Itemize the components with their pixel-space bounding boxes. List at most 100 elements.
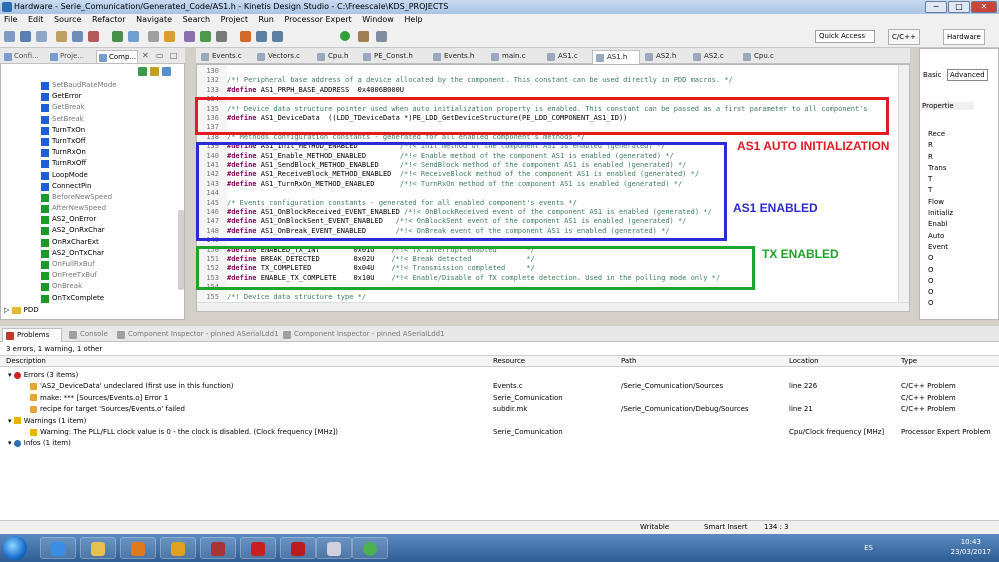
start-button[interactable] — [3, 536, 27, 560]
minimize-view-icon[interactable]: ▭ — [156, 51, 164, 60]
column-location[interactable]: Location — [789, 356, 819, 367]
property-item[interactable]: O — [928, 298, 953, 309]
menu-search[interactable]: Search — [183, 15, 210, 24]
tree-item[interactable]: OnFullRxBuf — [40, 259, 117, 270]
column-type[interactable]: Type — [901, 356, 917, 367]
property-item[interactable]: Initializ — [928, 208, 953, 219]
property-item[interactable]: R — [928, 152, 953, 163]
tree-item[interactable]: OnBreak — [40, 281, 117, 292]
maximize-view-icon[interactable]: □ — [170, 51, 178, 60]
filter-icon[interactable] — [150, 67, 159, 76]
column-resource[interactable]: Resource — [493, 356, 525, 367]
save-all-icon[interactable] — [36, 31, 47, 42]
menu-help[interactable]: Help — [404, 15, 422, 24]
problem-row[interactable]: Warning: The PLL/FLL clock value is 0 - … — [0, 427, 999, 438]
processor-expert-icon[interactable] — [88, 31, 99, 42]
property-item[interactable]: Enabl — [928, 219, 953, 230]
tab-vectors-c[interactable]: Vectors.c — [254, 50, 312, 64]
tab-as1-c[interactable]: AS1.c — [544, 50, 590, 64]
menu-navigate[interactable]: Navigate — [136, 15, 172, 24]
tab-as2-h[interactable]: AS2.h — [642, 50, 690, 64]
menu-source[interactable]: Source — [54, 15, 81, 24]
property-item[interactable]: O — [928, 253, 953, 264]
minimize-button[interactable]: − — [925, 1, 947, 13]
editor-horizontal-scrollbar[interactable] — [197, 302, 909, 311]
tree-item[interactable]: GetBreak — [40, 102, 117, 113]
problem-row[interactable]: ▾ Infos (1 item) — [0, 438, 999, 449]
column-path[interactable]: Path — [621, 356, 636, 367]
tab-advanced[interactable]: Advanced — [947, 69, 988, 81]
problem-row[interactable]: recipe for target 'Sources/Events.o' fai… — [0, 404, 999, 415]
property-item[interactable]: Event — [928, 242, 953, 253]
folder-icon[interactable] — [164, 31, 175, 42]
external-tools-icon[interactable] — [216, 31, 227, 42]
property-item[interactable]: R — [928, 140, 953, 151]
maximize-button[interactable]: □ — [948, 1, 970, 13]
forward-icon[interactable] — [272, 31, 283, 42]
menu-run[interactable]: Run — [259, 15, 274, 24]
tree-item[interactable]: OnFreeTxBuf — [40, 270, 117, 281]
taskbar-chrome[interactable] — [352, 537, 388, 559]
configure-icon[interactable] — [128, 31, 139, 42]
debug-icon[interactable] — [112, 31, 123, 42]
marker-icon[interactable] — [240, 31, 251, 42]
language-indicator[interactable]: ES — [864, 544, 873, 552]
menu-project[interactable]: Project — [221, 15, 248, 24]
property-item[interactable]: T — [928, 185, 953, 196]
bug-icon[interactable] — [184, 31, 195, 42]
tab-cpu-c[interactable]: Cpu.c — [740, 50, 788, 64]
tree-item[interactable]: TurnRxOn — [40, 147, 117, 158]
menu-refactor[interactable]: Refactor — [92, 15, 126, 24]
problem-row[interactable]: 'AS2_DeviceData' undeclared (first use i… — [0, 381, 999, 392]
play-icon[interactable] — [340, 31, 350, 41]
tab-components[interactable]: Comp... — [96, 50, 138, 63]
tab-console[interactable]: Console — [66, 328, 112, 342]
tab-component-inspector-2[interactable]: Component Inspector - pinned ASerialLdd1 — [280, 328, 446, 342]
tab-main-c[interactable]: main.c — [488, 50, 542, 64]
tab-component-inspector-1[interactable]: Component Inspector - pinned ASerialLdd1 — [114, 328, 280, 342]
taskbar-media[interactable] — [120, 537, 156, 559]
tab-problems[interactable]: Problems — [2, 328, 62, 342]
tab-properties[interactable]: Propertie — [922, 102, 974, 110]
taskbar-paint[interactable] — [316, 537, 352, 559]
menu-window[interactable]: Window — [362, 15, 394, 24]
taskbar-acrobat[interactable] — [280, 537, 316, 559]
stop-icon[interactable] — [376, 31, 387, 42]
perspective-hardware-button[interactable]: Hardware — [943, 29, 985, 45]
launch-icon[interactable] — [358, 31, 369, 42]
taskbar-ie[interactable] — [40, 537, 76, 559]
tree-item[interactable]: TurnRxOff — [40, 158, 117, 169]
tree-item[interactable]: OnRxCharExt — [40, 237, 117, 248]
property-item[interactable]: O — [928, 265, 953, 276]
tab-configurations[interactable]: Confi... — [2, 50, 39, 63]
expand-icon[interactable]: ▷ — [4, 306, 9, 314]
tree-item[interactable]: AfterNewSpeed — [40, 203, 117, 214]
tab-pe-const-h[interactable]: PE_Const.h — [360, 50, 430, 64]
tree-item-pdd[interactable]: ▷ PDD — [4, 306, 39, 314]
problem-row[interactable]: ▾ Errors (3 items) — [0, 370, 999, 381]
property-item[interactable]: Rece — [928, 129, 953, 140]
editor-vertical-scrollbar[interactable] — [898, 65, 909, 311]
tab-as1-h[interactable]: AS1.h — [592, 50, 640, 64]
clock[interactable]: 10:43 23/03/2017 — [951, 537, 991, 557]
perspective-cpp-button[interactable]: C/C++ — [888, 29, 920, 45]
tab-cpu-h[interactable]: Cpu.h — [314, 50, 360, 64]
tab-project-explorer[interactable]: Proje... — [48, 50, 84, 63]
close-button[interactable]: ✕ — [971, 1, 997, 13]
column-description[interactable]: Description — [6, 356, 46, 367]
tree-item[interactable]: GetError — [40, 91, 117, 102]
expand-icon[interactable]: ▾ — [8, 371, 14, 379]
property-item[interactable]: O — [928, 287, 953, 298]
taskbar-app[interactable] — [240, 537, 276, 559]
link-icon[interactable] — [162, 67, 171, 76]
collapse-icon[interactable] — [138, 67, 147, 76]
build-icon[interactable] — [56, 31, 67, 42]
run-icon[interactable] — [200, 31, 211, 42]
tree-item[interactable]: ConnectPin — [40, 181, 117, 192]
tree-item[interactable]: SetBaudRateMode — [40, 80, 117, 91]
close-view-icon[interactable]: ✕ — [142, 51, 149, 60]
settings-icon[interactable] — [72, 31, 83, 42]
tree-item[interactable]: AS2_OnTxChar — [40, 248, 117, 259]
tree-item[interactable]: LoopMode — [40, 170, 117, 181]
left-scrollbar[interactable] — [178, 210, 184, 290]
